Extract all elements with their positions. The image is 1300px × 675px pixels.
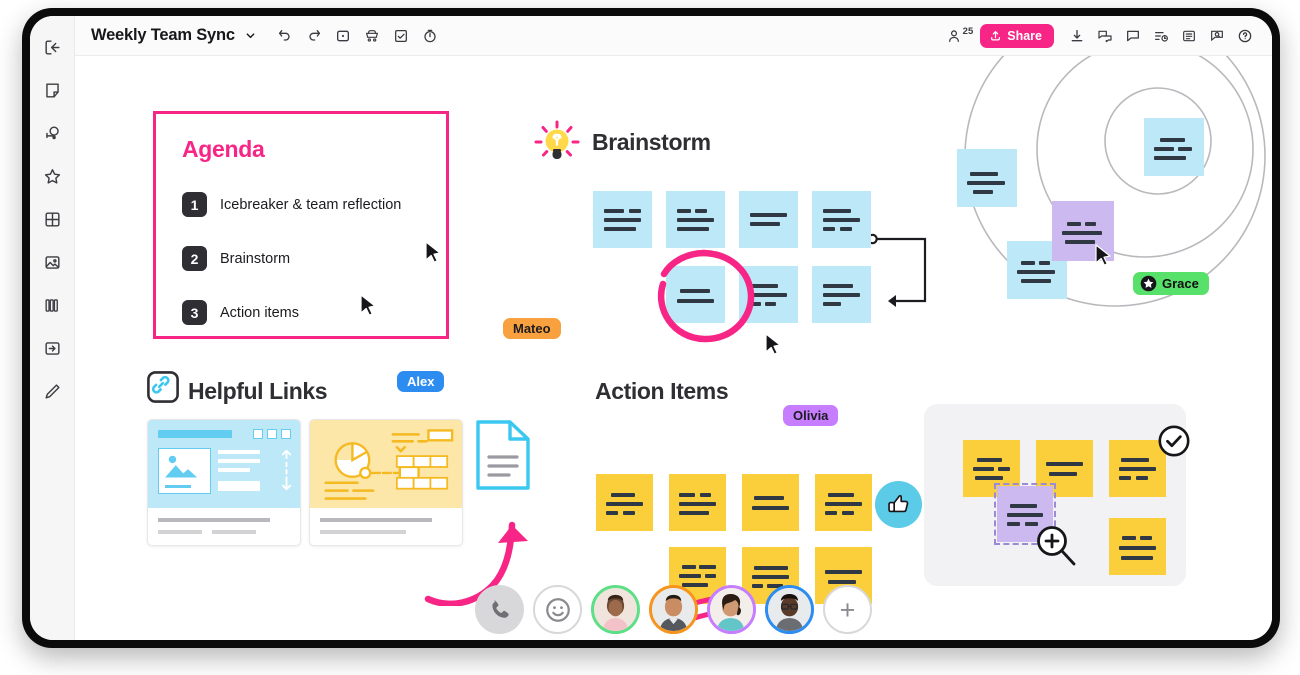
- window-inner: Weekly Team Sync 25 Share Agenda 1 Icebr…: [30, 16, 1272, 640]
- chevron-down-icon[interactable]: [245, 30, 256, 41]
- toolbar-left-group: [272, 23, 443, 49]
- agenda-item-label: Action items: [220, 304, 299, 321]
- agenda-item-number: 3: [182, 300, 207, 325]
- agenda-item-1[interactable]: 1 Icebreaker & team reflection: [182, 192, 401, 217]
- note-connector: [867, 233, 927, 307]
- thumbs-up-reaction[interactable]: [875, 481, 922, 528]
- name-tag-grace: Grace: [1133, 272, 1209, 295]
- agenda-item-label: Icebreaker & team reflection: [220, 196, 402, 213]
- phone-icon: [491, 600, 509, 618]
- exit-icon[interactable]: [37, 32, 67, 62]
- board-canvas[interactable]: Agenda 1 Icebreaker & team reflection 2 …: [75, 56, 1272, 640]
- participant-2[interactable]: [649, 585, 698, 634]
- top-toolbar: Weekly Team Sync 25 Share: [75, 16, 1272, 56]
- add-participant-button[interactable]: +: [823, 585, 872, 634]
- sticky-note[interactable]: [739, 191, 798, 248]
- sticky-note[interactable]: [1109, 518, 1166, 575]
- participant-1[interactable]: [591, 585, 640, 634]
- sticky-note[interactable]: [596, 474, 653, 531]
- cart-icon[interactable]: [359, 23, 385, 49]
- canvas-column: Weekly Team Sync 25 Share Agenda 1 Icebr…: [75, 16, 1272, 640]
- pen-icon[interactable]: [37, 376, 67, 406]
- agenda-item-3[interactable]: 3 Action items: [182, 300, 299, 325]
- grid-icon[interactable]: [37, 204, 67, 234]
- name-tag-alex: Alex: [397, 371, 445, 392]
- reactions-button[interactable]: [533, 585, 582, 634]
- action-items-title: Action Items: [595, 378, 729, 404]
- agenda-item-2[interactable]: 2 Brainstorm: [182, 246, 290, 271]
- thumbs-up-icon: [888, 494, 909, 513]
- star-icon[interactable]: [37, 161, 67, 191]
- sticky-note[interactable]: [815, 474, 872, 531]
- list-icon[interactable]: [1176, 23, 1202, 49]
- left-sidebar: [30, 16, 75, 640]
- stamp-icon[interactable]: [37, 118, 67, 148]
- cursor-olivia: [765, 333, 781, 355]
- name-tag-label: Alex: [407, 374, 435, 389]
- cursor-grace: [1095, 244, 1111, 266]
- pink-circle-annotation: [657, 249, 755, 343]
- helpful-links-title: Helpful Links: [188, 378, 328, 404]
- name-tag-olivia: Olivia: [783, 405, 839, 426]
- check-circle-icon[interactable]: [1158, 425, 1190, 457]
- app-window: Weekly Team Sync 25 Share Agenda 1 Icebr…: [22, 8, 1280, 648]
- star-icon: [1140, 275, 1157, 292]
- name-tag-label: Grace: [1162, 276, 1199, 291]
- toolbar-right-group: 25 Share: [946, 23, 1258, 49]
- participant-bar: +: [75, 585, 1272, 634]
- call-button[interactable]: [475, 585, 524, 634]
- link-icon: [147, 371, 179, 403]
- image-icon[interactable]: [37, 247, 67, 277]
- sticky-note[interactable]: [957, 149, 1017, 207]
- agenda-item-number: 1: [182, 192, 207, 217]
- smiley-icon: [545, 597, 570, 622]
- agenda-title: Agenda: [182, 136, 265, 162]
- present-icon[interactable]: [330, 23, 356, 49]
- name-tag-label: Mateo: [513, 321, 551, 336]
- sticky-note[interactable]: [669, 474, 726, 531]
- share-button[interactable]: Share: [980, 23, 1054, 48]
- import-icon[interactable]: [37, 333, 67, 363]
- chats-icon[interactable]: [1092, 23, 1118, 49]
- agenda-item-label: Brainstorm: [220, 250, 291, 267]
- timer-icon[interactable]: [417, 23, 443, 49]
- participant-4[interactable]: [765, 585, 814, 634]
- comment-icon[interactable]: [1120, 23, 1146, 49]
- agenda-item-number: 2: [182, 246, 207, 271]
- share-button-label: Share: [1007, 28, 1042, 43]
- search-doc-icon[interactable]: [1204, 23, 1230, 49]
- page-title: Weekly Team Sync: [91, 26, 235, 44]
- help-icon[interactable]: [1232, 23, 1258, 49]
- sticky-note[interactable]: [593, 191, 652, 248]
- zoom-in-icon: [1037, 526, 1076, 566]
- participant-3[interactable]: [707, 585, 756, 634]
- redo-icon[interactable]: [301, 23, 327, 49]
- link-preview-card[interactable]: [147, 419, 301, 546]
- checkbox-icon[interactable]: [388, 23, 414, 49]
- sticky-note-icon[interactable]: [37, 75, 67, 105]
- name-tag-label: Olivia: [793, 408, 829, 423]
- agenda-frame[interactable]: Agenda 1 Icebreaker & team reflection 2 …: [153, 111, 449, 339]
- download-icon[interactable]: [1064, 23, 1090, 49]
- sticky-note[interactable]: [666, 191, 725, 248]
- library-icon[interactable]: [37, 290, 67, 320]
- lightbulb-icon: [534, 120, 580, 159]
- undo-icon[interactable]: [272, 23, 298, 49]
- sticky-note[interactable]: [812, 191, 871, 248]
- sticky-note[interactable]: [742, 474, 799, 531]
- cursor-alex: [360, 294, 376, 316]
- sticky-note[interactable]: [812, 266, 871, 323]
- participants-count-label: 25: [962, 26, 974, 37]
- sticky-note[interactable]: [1144, 118, 1204, 176]
- brainstorm-title: Brainstorm: [592, 129, 711, 155]
- name-tag-mateo: Mateo: [503, 318, 561, 339]
- activity-icon[interactable]: [1148, 23, 1174, 49]
- participants-count[interactable]: 25: [946, 26, 974, 44]
- cursor-mateo: [425, 241, 441, 263]
